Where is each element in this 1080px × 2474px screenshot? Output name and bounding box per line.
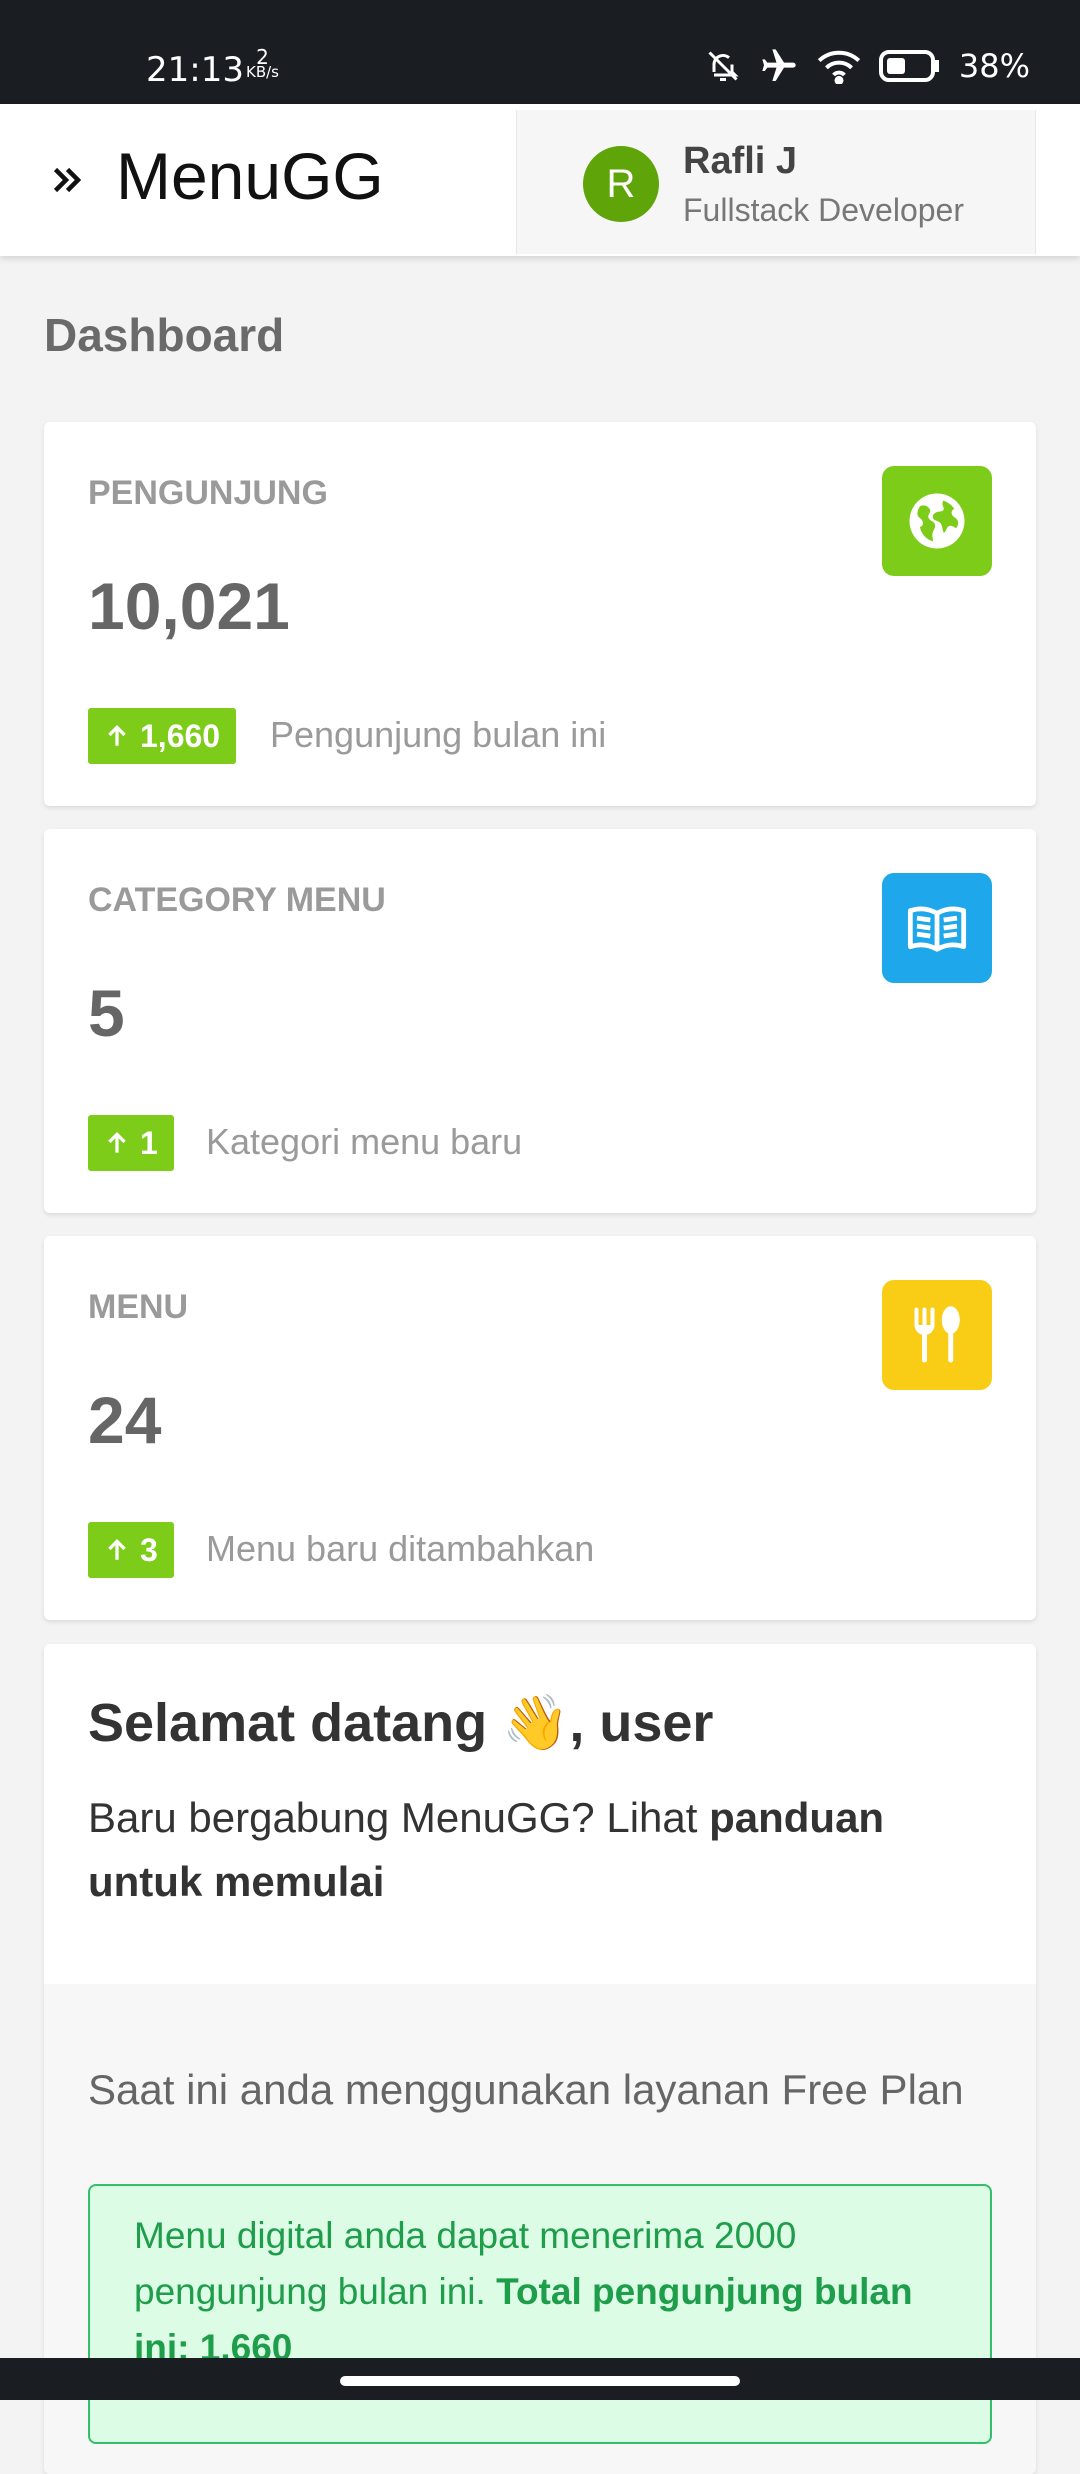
chevrons-right-icon bbox=[53, 167, 82, 193]
stat-card-category-menu: CATEGORY MENU 5 1 Kategori menu baru bbox=[44, 829, 1036, 1213]
stat-increase-badge: 1,660 bbox=[88, 708, 237, 764]
stat-label: PENGUNJUNG bbox=[88, 474, 328, 512]
stat-increase-badge: 1 bbox=[88, 1115, 174, 1171]
brand-title[interactable]: MenuGG bbox=[116, 138, 384, 214]
network-speed-unit: KB/s bbox=[246, 63, 279, 81]
page-title: Dashboard bbox=[44, 309, 285, 361]
stat-increase-value: 1 bbox=[140, 1124, 158, 1161]
globe-icon bbox=[882, 466, 992, 576]
user-profile-menu[interactable]: R Rafli J Fullstack Developer bbox=[516, 110, 1036, 254]
stat-label: CATEGORY MENU bbox=[88, 881, 386, 919]
status-icons: 38% bbox=[705, 46, 1030, 86]
airplane-icon bbox=[762, 49, 796, 81]
status-time: 21:13 bbox=[146, 50, 244, 90]
welcome-card: Selamat datang 👋, user Baru bergabung Me… bbox=[44, 1644, 1036, 2474]
status-bar: 21:13 2 KB/s 38% bbox=[0, 0, 1080, 104]
stat-card-menu: MENU 24 3 Menu baru ditambahkan bbox=[44, 1236, 1036, 1620]
plan-section: Saat ini anda menggunakan layanan Free P… bbox=[44, 1984, 1036, 2474]
stat-increase-value: 1,660 bbox=[140, 717, 221, 754]
arrow-up-icon bbox=[108, 725, 126, 746]
stat-note: Menu baru ditambahkan bbox=[206, 1528, 595, 1569]
book-open-icon bbox=[882, 873, 992, 983]
stat-value: 5 bbox=[88, 976, 125, 1050]
battery-percent: 38% bbox=[958, 47, 1030, 85]
network-speed: 2 KB/s bbox=[246, 47, 279, 81]
stat-label: MENU bbox=[88, 1288, 189, 1326]
arrow-up-icon bbox=[108, 1539, 126, 1560]
user-name: Rafli J bbox=[683, 140, 798, 182]
battery-icon bbox=[878, 50, 939, 82]
stat-value: 10,021 bbox=[88, 569, 290, 643]
plan-text: Saat ini anda menggunakan layanan Free P… bbox=[88, 2066, 964, 2113]
stat-value: 24 bbox=[88, 1383, 162, 1457]
wifi-icon bbox=[817, 50, 861, 84]
stat-increase-badge: 3 bbox=[88, 1522, 174, 1578]
system-navigation-bar bbox=[0, 2358, 1080, 2400]
stat-note: Kategori menu baru bbox=[206, 1121, 523, 1162]
sidebar-toggle-button[interactable] bbox=[48, 150, 88, 210]
user-role: Fullstack Developer bbox=[683, 192, 964, 228]
welcome-text-prefix: Baru bergabung MenuGG? Lihat bbox=[88, 1794, 710, 1841]
top-navbar: MenuGG R Rafli J Fullstack Developer bbox=[0, 104, 1080, 256]
arrow-up-icon bbox=[108, 1132, 126, 1153]
stat-card-visitors: PENGUNJUNG 10,021 1,660 Pengunjung bulan… bbox=[44, 422, 1036, 806]
utensils-icon bbox=[882, 1280, 992, 1390]
welcome-title: Selamat datang 👋, user bbox=[88, 1693, 714, 1753]
avatar: R bbox=[583, 146, 659, 222]
visitor-quota-alert: Menu digital anda dapat menerima 2000 pe… bbox=[88, 2184, 992, 2444]
stat-note: Pengunjung bulan ini bbox=[270, 714, 607, 755]
bell-off-icon bbox=[708, 51, 739, 81]
welcome-text: Baru bergabung MenuGG? Lihat panduan unt… bbox=[88, 1786, 988, 1914]
stat-increase-value: 3 bbox=[140, 1531, 158, 1568]
home-gesture-handle[interactable] bbox=[340, 2376, 740, 2386]
